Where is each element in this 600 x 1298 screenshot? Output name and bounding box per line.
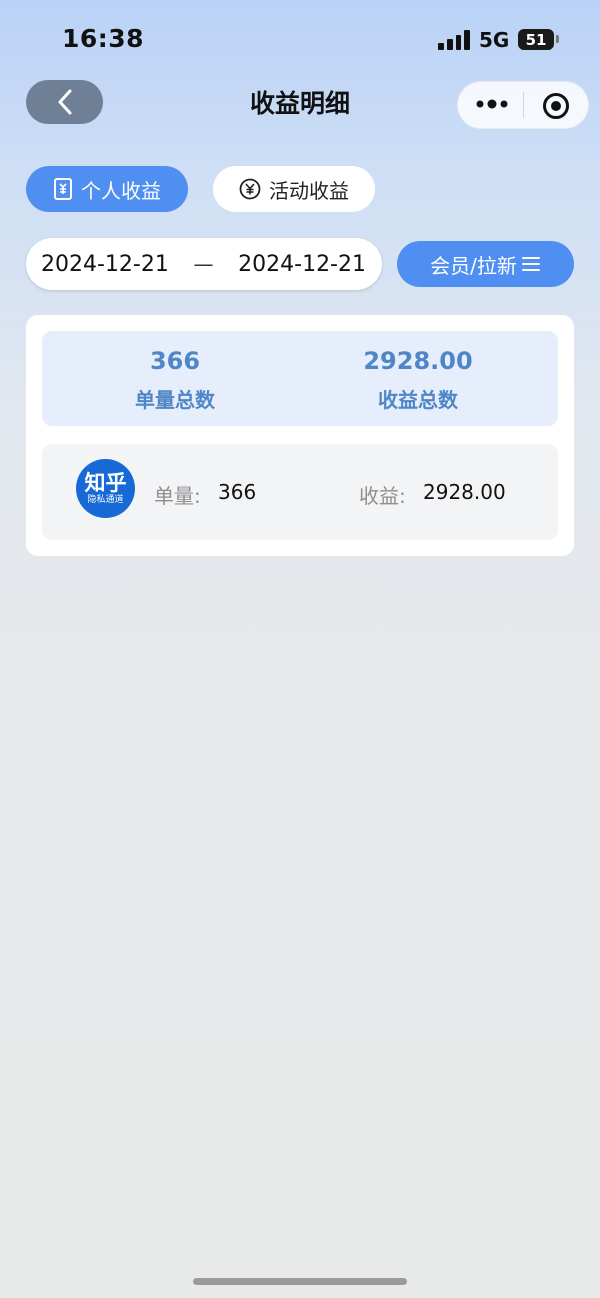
- row-earnings-value: 2928.00: [423, 480, 506, 504]
- logo-subtext: 隐私通道: [87, 494, 124, 505]
- start-date[interactable]: 2024-12-21: [41, 252, 169, 277]
- menu-icon: [521, 257, 540, 271]
- date-range-picker[interactable]: 2024-12-21 — 2024-12-21: [26, 238, 382, 290]
- filter-label: 会员/拉新: [430, 253, 517, 278]
- battery-icon: 51: [518, 29, 554, 50]
- member-filter-button[interactable]: 会员/拉新: [397, 241, 574, 287]
- yen-circle-icon: [239, 178, 261, 200]
- network-type: 5G: [479, 28, 510, 52]
- tab-label: 活动收益: [269, 178, 349, 203]
- row-orders-value: 366: [218, 480, 257, 504]
- status-time: 16:38: [62, 24, 145, 53]
- receipt-icon: [54, 178, 72, 200]
- end-date[interactable]: 2024-12-21: [238, 252, 366, 277]
- date-separator: —: [193, 252, 214, 276]
- capsule-divider: [523, 92, 524, 118]
- total-earnings-value: 2928.00: [363, 347, 473, 375]
- battery-level: 51: [525, 30, 547, 49]
- home-indicator: [193, 1278, 407, 1285]
- battery-cap: [556, 35, 559, 43]
- logo-text: 知乎: [84, 470, 127, 495]
- row-orders-label: 单量:: [154, 484, 201, 508]
- tab-label: 个人收益: [81, 178, 161, 203]
- tab-personal-earnings[interactable]: 个人收益: [26, 166, 188, 212]
- total-orders-label: 单量总数: [135, 388, 215, 412]
- signal-icon: [438, 30, 470, 50]
- zhihu-logo: 知乎 隐私通道: [76, 459, 135, 518]
- tab-activity-earnings[interactable]: 活动收益: [213, 166, 375, 212]
- more-icon[interactable]: [476, 98, 508, 110]
- total-earnings-label: 收益总数: [378, 388, 458, 412]
- row-earnings-label: 收益:: [359, 484, 406, 508]
- total-orders-value: 366: [149, 347, 201, 375]
- close-target-icon[interactable]: [542, 92, 570, 120]
